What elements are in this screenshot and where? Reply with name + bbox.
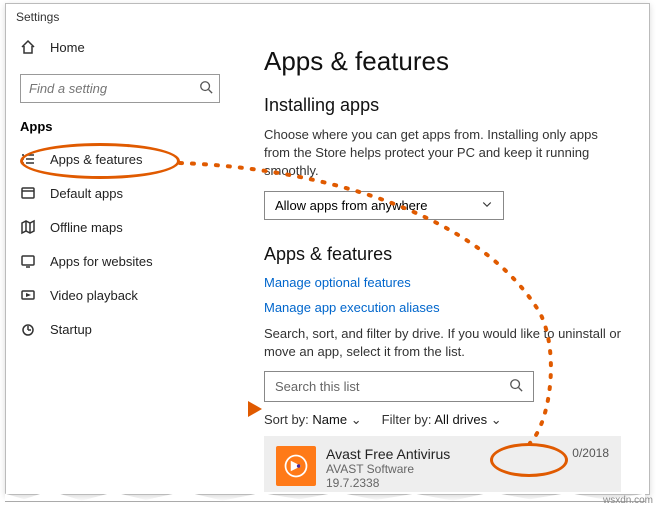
sidebar-item-default-apps[interactable]: Default apps <box>6 176 230 210</box>
link-execution-aliases[interactable]: Manage app execution aliases <box>264 300 621 315</box>
map-icon <box>20 219 36 235</box>
chevron-down-icon: ⌄ <box>491 412 502 427</box>
app-vendor: AVAST Software <box>326 462 562 476</box>
install-source-dropdown[interactable]: Allow apps from anywhere <box>264 191 504 220</box>
app-search-placeholder: Search this list <box>275 379 360 394</box>
content-pane: Apps & features Installing apps Choose w… <box>236 30 649 492</box>
search-icon <box>199 80 213 99</box>
filter-label: Filter by: <box>382 412 432 427</box>
sidebar-item-startup[interactable]: Startup <box>6 312 230 346</box>
video-icon <box>20 287 36 303</box>
sidebar-item-label: Default apps <box>50 186 123 201</box>
app-version: 19.7.2338 <box>326 476 562 490</box>
sidebar-item-apps-websites[interactable]: Apps for websites <box>6 244 230 278</box>
search-desc: Search, sort, and filter by drive. If yo… <box>264 325 621 361</box>
installing-heading: Installing apps <box>264 95 621 116</box>
nav-home[interactable]: Home <box>6 30 230 64</box>
settings-window: Settings Home Apps Apps & features <box>5 3 650 495</box>
sidebar-item-offline-maps[interactable]: Offline maps <box>6 210 230 244</box>
apps-features-heading: Apps & features <box>264 244 621 265</box>
sort-value: Name <box>312 412 347 427</box>
sidebar-item-video-playback[interactable]: Video playback <box>6 278 230 312</box>
defaults-icon <box>20 185 36 201</box>
link-icon <box>20 253 36 269</box>
nav-home-label: Home <box>50 40 85 55</box>
sidebar-item-label: Video playback <box>50 288 138 303</box>
chevron-down-icon <box>481 198 493 213</box>
link-optional-features[interactable]: Manage optional features <box>264 275 621 290</box>
chevron-down-icon: ⌄ <box>351 412 362 427</box>
installing-desc: Choose where you can get apps from. Inst… <box>264 126 621 181</box>
startup-icon <box>20 321 36 337</box>
sidebar-item-label: Apps & features <box>50 152 143 167</box>
app-icon-avast <box>276 446 316 486</box>
sidebar-item-label: Apps for websites <box>50 254 153 269</box>
page-heading: Apps & features <box>264 46 621 77</box>
sidebar-section-title: Apps <box>6 113 230 142</box>
dropdown-value: Allow apps from anywhere <box>275 198 427 213</box>
sort-label: Sort by: <box>264 412 309 427</box>
sidebar-item-label: Offline maps <box>50 220 123 235</box>
layout: Home Apps Apps & features Default ap <box>6 30 649 492</box>
search-icon <box>509 378 523 395</box>
sidebar-search-input[interactable] <box>21 75 219 102</box>
home-icon <box>20 39 36 55</box>
app-install-date: 0/2018 <box>572 446 609 460</box>
sort-by[interactable]: Sort by: Name ⌄ <box>264 412 362 428</box>
app-name: Avast Free Antivirus <box>326 446 562 462</box>
annotation-arrowhead <box>248 401 262 417</box>
watermark: wsxdn.com <box>603 495 653 506</box>
sidebar: Home Apps Apps & features Default ap <box>6 30 236 492</box>
sidebar-item-apps-features[interactable]: Apps & features <box>6 142 230 176</box>
window-title: Settings <box>6 4 649 30</box>
sort-filter-row: Sort by: Name ⌄ Filter by: All drives ⌄ <box>264 412 621 428</box>
filter-by[interactable]: Filter by: All drives ⌄ <box>382 412 502 428</box>
filter-value: All drives <box>434 412 487 427</box>
sidebar-item-label: Startup <box>50 322 92 337</box>
app-search-input[interactable]: Search this list <box>264 371 534 402</box>
app-list-item[interactable]: Avast Free Antivirus AVAST Software 19.7… <box>264 436 621 492</box>
sidebar-search[interactable] <box>20 74 220 103</box>
list-icon <box>20 151 36 167</box>
